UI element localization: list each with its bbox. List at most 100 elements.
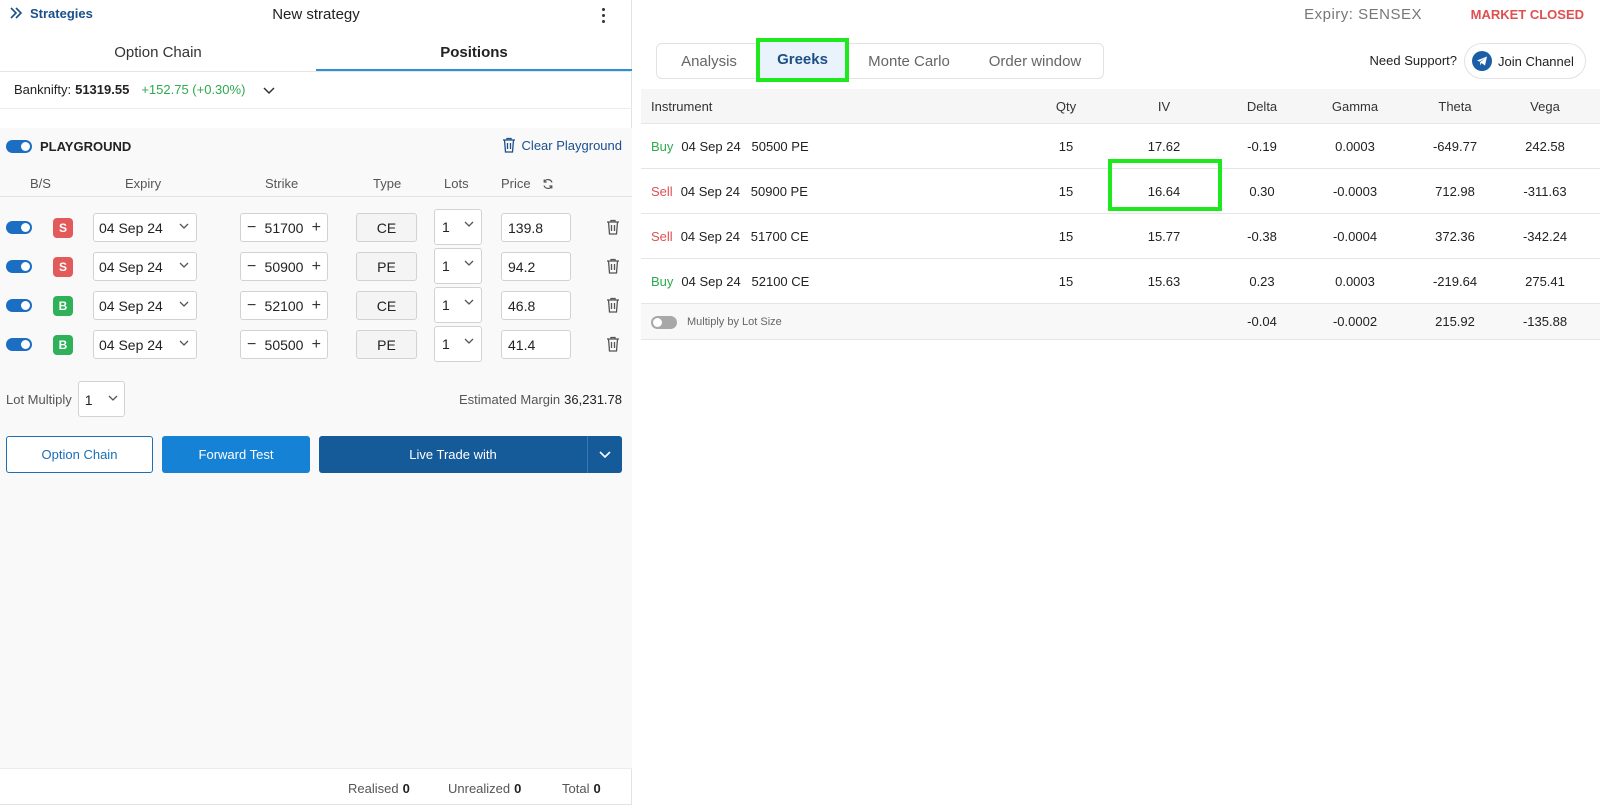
- leg-toggle[interactable]: [6, 299, 32, 312]
- expiry-select[interactable]: 04 Sep 24: [93, 252, 197, 281]
- chevron-down-icon: [179, 340, 189, 346]
- table-row[interactable]: Buy 04 Sep 24 52100 CE 15 15.63 0.23 0.00…: [641, 259, 1600, 304]
- live-trade-dropdown[interactable]: [588, 450, 622, 459]
- qty-cell: 15: [1058, 228, 1074, 244]
- expiry-select[interactable]: 04 Sep 24: [93, 213, 197, 242]
- leg-toggle[interactable]: [6, 221, 32, 234]
- plus-icon[interactable]: +: [312, 258, 321, 276]
- lot-multiply-select[interactable]: 1: [77, 381, 125, 417]
- multiply-label: Multiply by Lot Size: [687, 316, 782, 328]
- side-badge[interactable]: B: [53, 296, 73, 316]
- leg-toggle[interactable]: [6, 260, 32, 273]
- join-channel-button[interactable]: Join Channel: [1464, 43, 1586, 79]
- strike-stepper[interactable]: −50900 +: [240, 252, 328, 281]
- forward-test-button[interactable]: Forward Test: [162, 436, 310, 473]
- column-header-gamma: Gamma: [1331, 98, 1379, 114]
- column-header-expiry: Expiry: [125, 176, 162, 191]
- expiry-select[interactable]: 04 Sep 24: [93, 291, 197, 320]
- index-ticker[interactable]: Banknifty: 51319.55 +152.75 (+0.30%): [14, 82, 275, 97]
- index-price: 51319.55: [75, 82, 130, 97]
- trash-icon[interactable]: [606, 297, 620, 313]
- tab-greeks[interactable]: Greeks: [756, 37, 849, 82]
- clear-playground-button[interactable]: Clear Playground: [502, 137, 622, 153]
- price-input[interactable]: 41.4: [501, 330, 571, 359]
- strategies-back-link[interactable]: Strategies: [8, 5, 93, 21]
- type-value: CE: [376, 219, 397, 236]
- playground-header: PLAYGROUND: [6, 139, 131, 154]
- trash-icon[interactable]: [606, 258, 620, 274]
- type-field[interactable]: PE: [356, 330, 417, 359]
- playground-label: PLAYGROUND: [40, 139, 132, 154]
- expiry-select[interactable]: 04 Sep 24: [93, 330, 197, 359]
- lots-select[interactable]: 1: [434, 287, 482, 323]
- more-options-icon[interactable]: [594, 4, 612, 26]
- side-badge[interactable]: S: [53, 257, 73, 277]
- refresh-icon[interactable]: [542, 178, 554, 190]
- delta-cell: -0.38: [1247, 228, 1277, 244]
- delta-cell: 0.30: [1249, 183, 1275, 199]
- lots-value: 1: [442, 336, 450, 352]
- plus-icon[interactable]: +: [312, 297, 321, 315]
- type-field[interactable]: PE: [356, 252, 417, 281]
- strategy-title: New strategy: [272, 6, 360, 23]
- lots-select[interactable]: 1: [434, 326, 482, 362]
- lots-select[interactable]: 1: [434, 248, 482, 284]
- strike-value: 51700: [264, 219, 304, 236]
- chevron-down-icon[interactable]: [263, 84, 275, 96]
- tab-order-window[interactable]: Order window: [969, 43, 1101, 79]
- pnl-footer: Realised 0 Unrealized 0 Total 0: [0, 768, 632, 805]
- side-badge[interactable]: S: [53, 218, 73, 238]
- chevron-down-icon: [599, 450, 611, 458]
- minus-icon[interactable]: −: [247, 219, 256, 237]
- tab-option-chain[interactable]: Option Chain: [0, 34, 316, 71]
- type-field[interactable]: CE: [356, 291, 417, 320]
- column-header-bs: B/S: [30, 176, 51, 191]
- live-trade-button[interactable]: Live Trade with: [319, 436, 622, 473]
- lots-select[interactable]: 1: [434, 209, 482, 245]
- double-chevron-right-icon: [10, 7, 23, 19]
- side-label: Buy: [651, 273, 674, 289]
- trash-icon[interactable]: [606, 336, 620, 352]
- side-label: Sell: [651, 228, 673, 244]
- leg-toggle[interactable]: [6, 338, 32, 351]
- instrument-cell: Sell 04 Sep 24 50900 PE: [651, 169, 808, 213]
- total-delta: -0.04: [1247, 314, 1277, 329]
- lots-value: 1: [442, 219, 450, 235]
- table-row[interactable]: Sell 04 Sep 24 51700 CE 15 15.77 -0.38 -0…: [641, 214, 1600, 259]
- qty-cell: 15: [1058, 273, 1074, 289]
- tab-monte-carlo[interactable]: Monte Carlo: [849, 43, 969, 79]
- table-header: Instrument Qty IV Delta Gamma Theta Vega: [641, 89, 1600, 124]
- estimated-margin: Estimated Margin 36,231.78: [459, 392, 622, 407]
- side-badge[interactable]: B: [53, 335, 73, 355]
- unrealized-value: 0: [514, 781, 522, 796]
- total-gamma: -0.0002: [1332, 314, 1378, 329]
- unrealized-label: Unrealized: [448, 781, 511, 796]
- playground-toggle[interactable]: [6, 140, 32, 153]
- strike-stepper[interactable]: −52100 +: [240, 291, 328, 320]
- plus-icon[interactable]: +: [312, 336, 321, 354]
- price-input[interactable]: 139.8: [501, 213, 571, 242]
- price-input[interactable]: 94.2: [501, 252, 571, 281]
- price-value: 94.2: [508, 258, 536, 275]
- option-chain-button[interactable]: Option Chain: [6, 436, 153, 473]
- multiply-lot-size-toggle[interactable]: [651, 315, 677, 329]
- minus-icon[interactable]: −: [247, 336, 256, 354]
- analysis-tab-bar: Analysis Greeks Monte Carlo Order window: [656, 37, 1104, 82]
- trash-icon[interactable]: [606, 219, 620, 235]
- tab-positions[interactable]: Positions: [316, 34, 632, 71]
- lot-multiply: Lot Multiply 1: [6, 381, 125, 417]
- expiry-value: 04 Sep 24: [99, 297, 163, 314]
- expiry-value: 04 Sep 24: [99, 219, 163, 236]
- total-vega: -135.88: [1522, 314, 1568, 329]
- price-input[interactable]: 46.8: [501, 291, 571, 320]
- minus-icon[interactable]: −: [247, 297, 256, 315]
- column-header-delta: Delta: [1246, 98, 1278, 114]
- multiply-by-lot-size[interactable]: Multiply by Lot Size: [651, 304, 782, 340]
- type-field[interactable]: CE: [356, 213, 417, 242]
- tab-analysis[interactable]: Analysis: [662, 43, 756, 79]
- minus-icon[interactable]: −: [247, 258, 256, 276]
- strike-stepper[interactable]: −51700 +: [240, 213, 328, 242]
- gamma-cell: -0.0003: [1332, 183, 1378, 199]
- strike-stepper[interactable]: −50500 +: [240, 330, 328, 359]
- plus-icon[interactable]: +: [312, 219, 321, 237]
